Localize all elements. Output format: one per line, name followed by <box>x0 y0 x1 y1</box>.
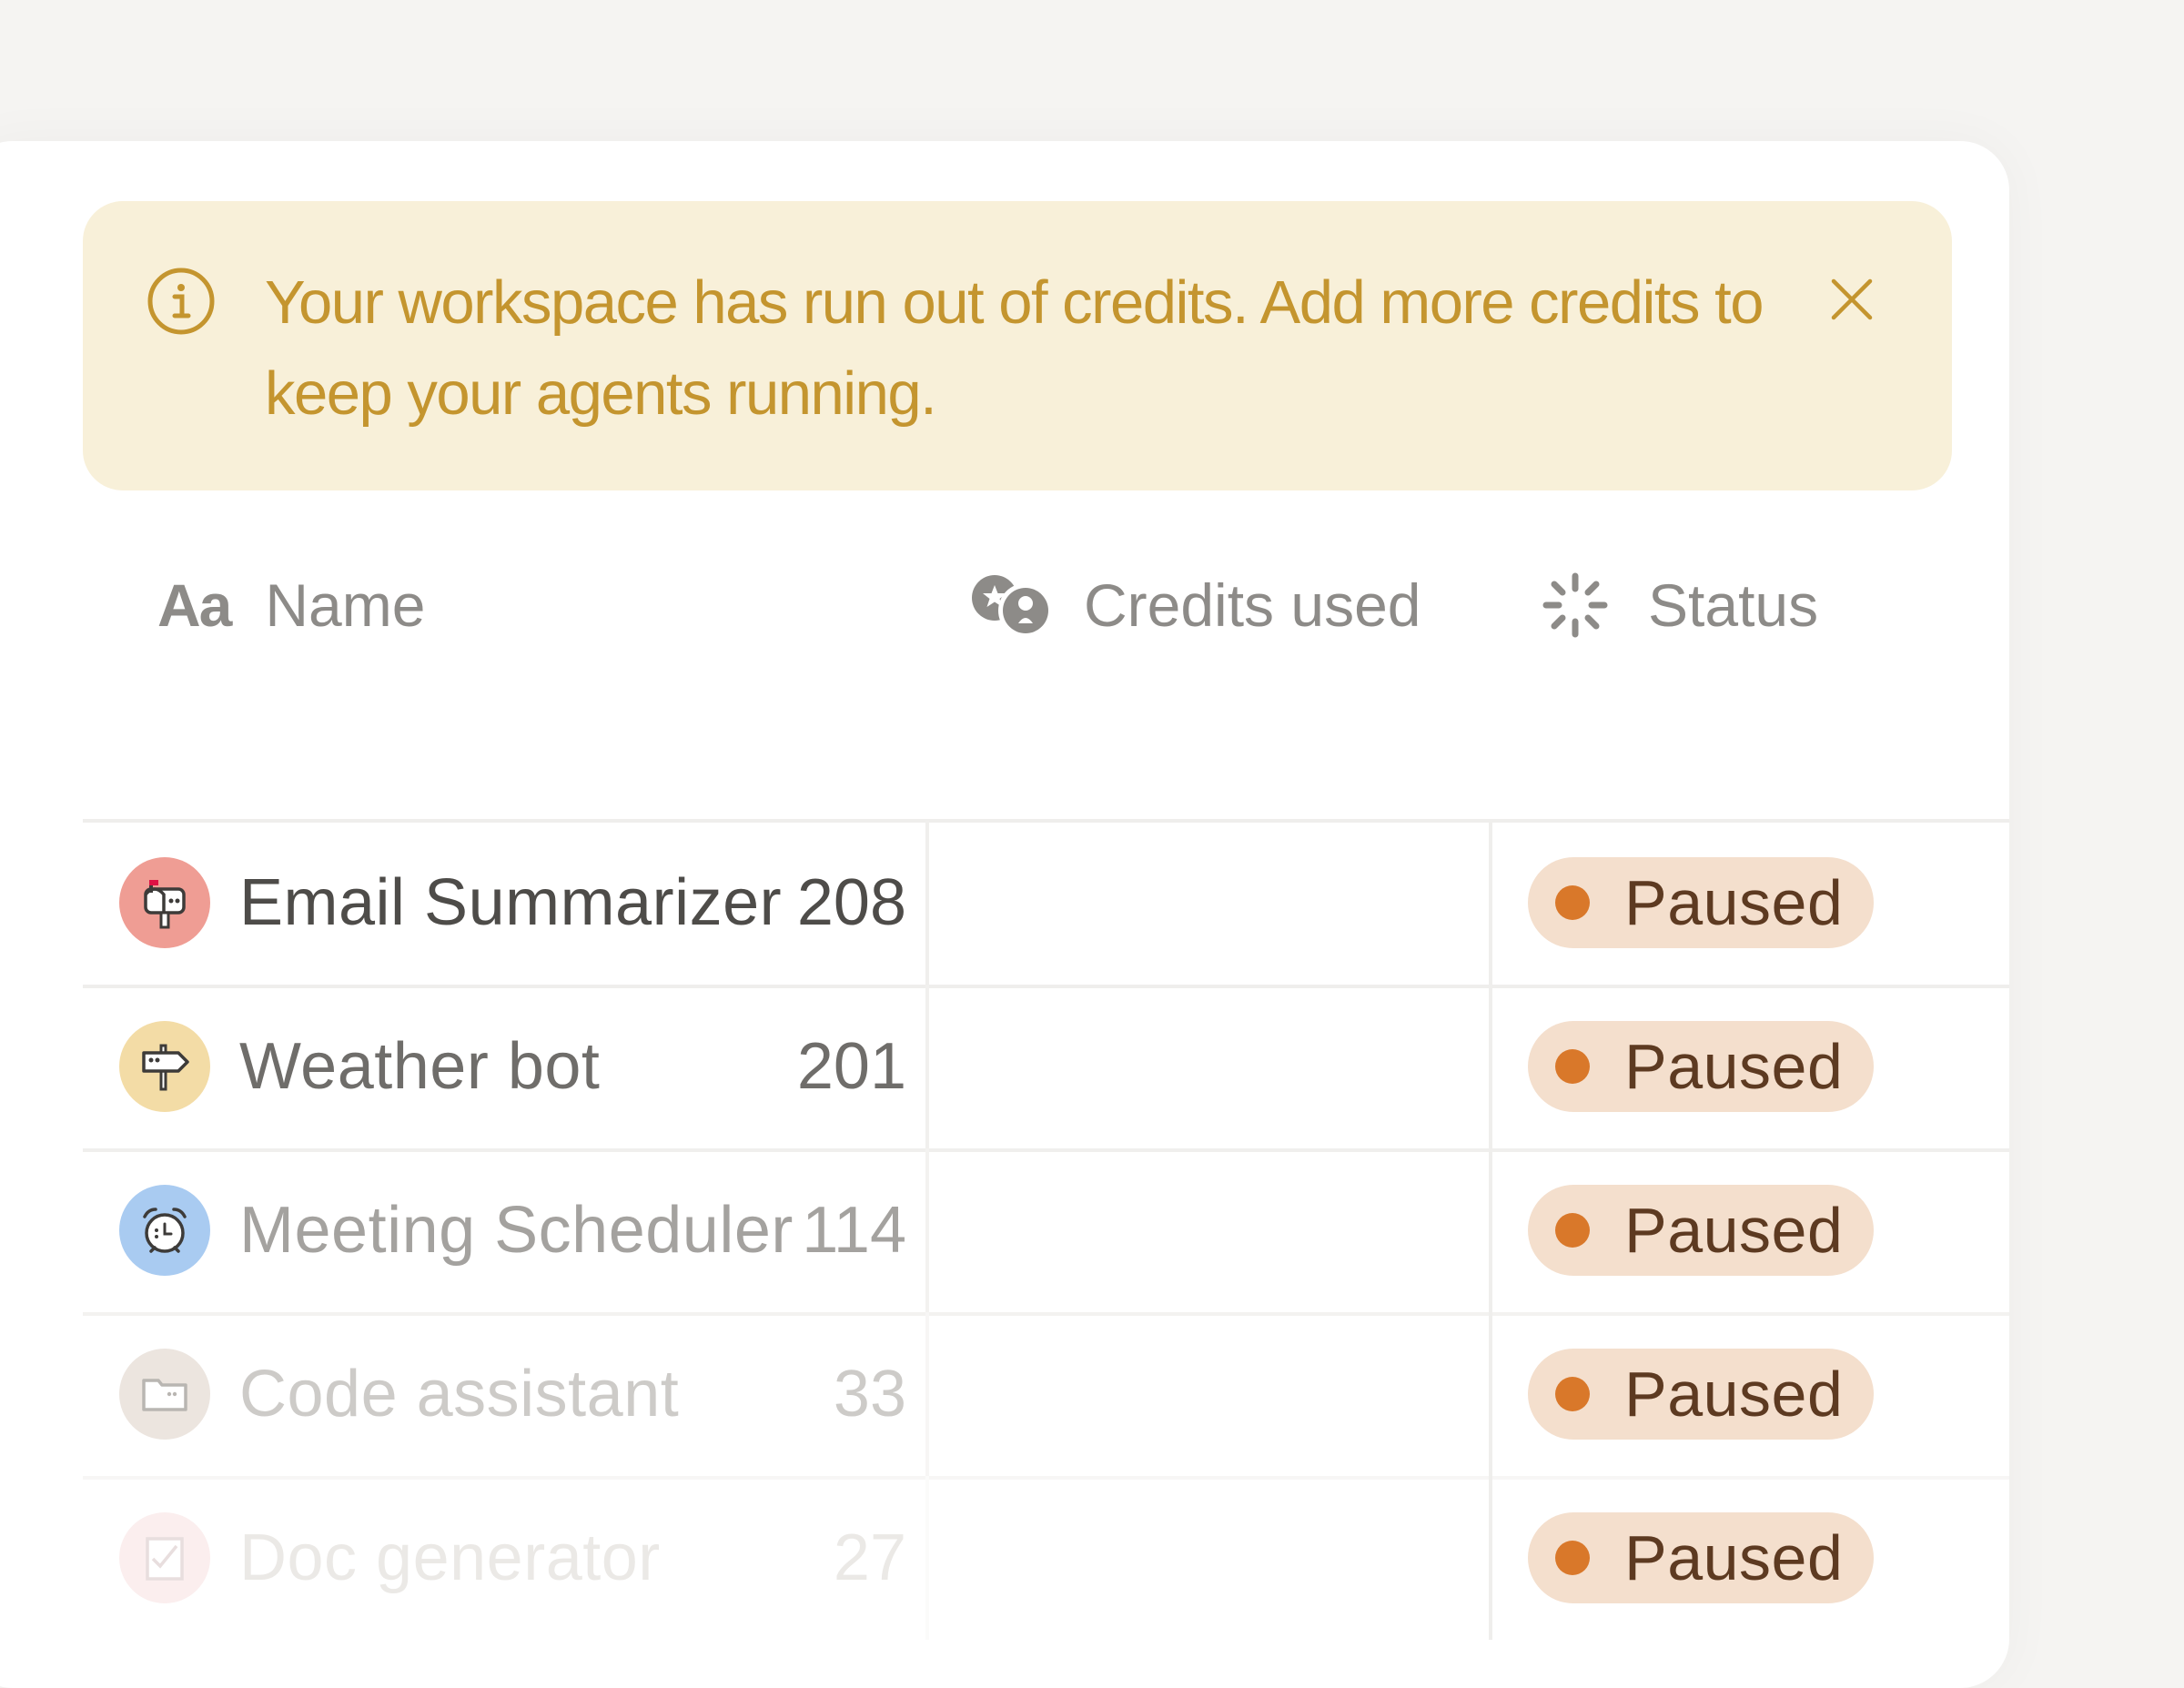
credits-used-value: 27 <box>833 1521 906 1594</box>
column-label-credits: Credits used <box>1084 571 1421 639</box>
status-dot <box>1555 1049 1590 1084</box>
banner-message: Your workspace has run out of credits. A… <box>265 268 1764 428</box>
status-dot <box>1555 1213 1590 1248</box>
credits-used-value: 33 <box>833 1358 906 1430</box>
mailbox-icon <box>136 874 193 931</box>
status-label: Paused <box>1624 1195 1844 1266</box>
text-type-icon: Aa <box>157 571 232 639</box>
agent-avatar <box>119 1185 210 1276</box>
status-badge[interactable]: Paused <box>1528 1512 1874 1603</box>
column-divider <box>1489 985 1492 1148</box>
out-of-credits-banner: Your workspace has run out of credits. A… <box>83 201 1952 490</box>
signpost-icon <box>136 1038 193 1095</box>
column-divider <box>925 821 929 985</box>
agent-name[interactable]: Meeting Scheduler <box>239 1148 794 1312</box>
agent-name[interactable]: Code assistant <box>239 1312 679 1476</box>
column-label-name: Name <box>265 571 426 639</box>
agent-avatar <box>119 857 210 948</box>
column-divider <box>925 1476 929 1640</box>
status-badge[interactable]: Paused <box>1528 857 1874 948</box>
status-label: Paused <box>1624 1359 1844 1430</box>
status-label: Paused <box>1624 867 1844 938</box>
status-badge[interactable]: Paused <box>1528 1021 1874 1112</box>
checklist-icon <box>136 1530 193 1586</box>
column-divider <box>1489 821 1492 985</box>
status-dot <box>1555 1377 1590 1411</box>
status-dot <box>1555 1541 1590 1575</box>
agent-avatar <box>119 1349 210 1440</box>
agent-name[interactable]: Doc generator <box>239 1476 661 1640</box>
status-badge[interactable]: Paused <box>1528 1349 1874 1440</box>
status-label: Paused <box>1624 1522 1844 1593</box>
column-label-status: Status <box>1648 571 1819 639</box>
table-row[interactable]: Code assistant 33 Paused <box>83 1312 2009 1480</box>
status-loader-icon <box>1542 572 1608 638</box>
status-label: Paused <box>1624 1031 1844 1102</box>
credits-icon <box>972 575 1053 638</box>
credits-used-value: 208 <box>796 866 906 939</box>
table-row[interactable]: Weather bot 201 Paused <box>83 985 2009 1152</box>
table-row[interactable]: Email Summarizer 208 Paused <box>83 821 2009 988</box>
agent-name[interactable]: Weather bot <box>239 985 600 1148</box>
info-circle-icon <box>147 268 215 335</box>
column-divider <box>925 1312 929 1476</box>
column-divider <box>1489 1476 1492 1640</box>
column-header-status[interactable]: Status <box>1541 537 1818 673</box>
column-divider <box>925 1148 929 1312</box>
table-row[interactable]: Doc generator 27 Paused <box>83 1476 2009 1640</box>
folder-icon <box>136 1366 193 1422</box>
credits-used-value: 201 <box>796 1030 906 1103</box>
column-divider <box>925 985 929 1148</box>
agent-name[interactable]: Email Summarizer <box>239 821 782 985</box>
status-dot <box>1555 885 1590 920</box>
column-divider <box>1489 1312 1492 1476</box>
alarm-clock-icon <box>136 1202 193 1258</box>
status-badge[interactable]: Paused <box>1528 1185 1874 1276</box>
credits-used-value: 114 <box>802 1194 906 1267</box>
close-icon[interactable] <box>1825 272 1879 327</box>
column-header-credits[interactable]: Credits used <box>967 537 1421 673</box>
table-row[interactable]: Meeting Scheduler 114 Paused <box>83 1148 2009 1316</box>
column-header-name[interactable]: Aa Name <box>157 537 425 673</box>
agent-avatar <box>119 1021 210 1112</box>
agent-avatar <box>119 1512 210 1603</box>
column-divider <box>1489 1148 1492 1312</box>
